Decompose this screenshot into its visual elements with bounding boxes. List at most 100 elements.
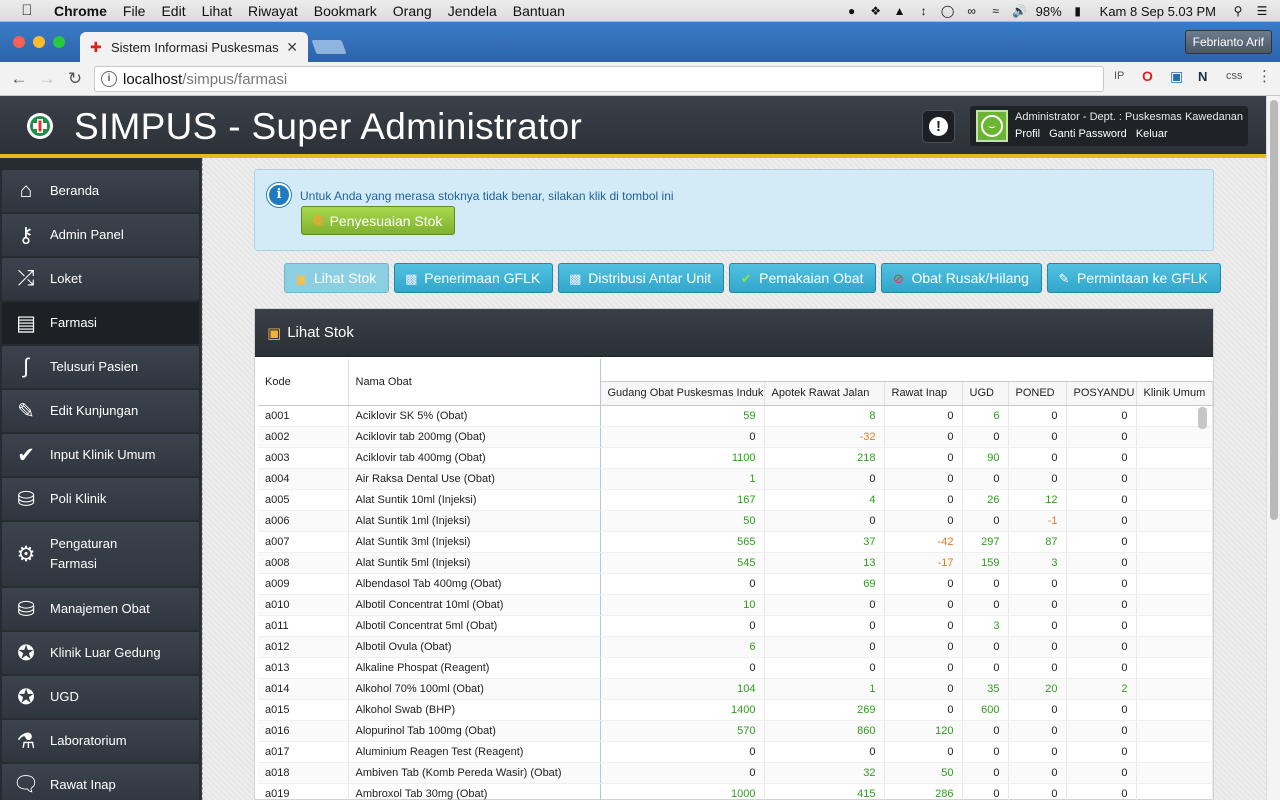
stock-adjustment-button[interactable]: ❁ Penyesuaian Stok [301,206,456,235]
table-row[interactable]: a012 Albotil Ovula (Obat) 6 0 0 0 0 0 [258,636,1213,658]
close-window-button[interactable] [13,36,25,48]
table-row[interactable]: a009 Albendasol Tab 400mg (Obat) 0 69 0 0 0 0 [258,573,1213,595]
reload-icon[interactable]: ↻ [61,69,89,89]
table-row[interactable]: a010 Albotil Concentrat 10ml (Obat) 10 0 0 0 0… [258,594,1213,616]
table-row[interactable]: a001 Aciklovir SK 5% (Obat) 59 8 0 6 0 0 [258,405,1213,427]
view-stock-button[interactable]: ▣ Lihat Stok [284,263,390,293]
menu-help[interactable]: Bantuan [513,3,565,19]
menu-bookmark[interactable]: Bookmark [314,3,377,19]
dropbox-icon[interactable]: ❖ [868,4,884,18]
battery-status-icon[interactable]: ◯ [940,4,956,18]
column-header-nama[interactable]: Nama Obat [348,359,601,406]
drive-icon[interactable]: ▲ [892,4,908,18]
page-scrollbar-thumb[interactable] [1270,100,1278,520]
table-row[interactable]: a019 Ambroxol Tab 30mg (Obat) 1000 415 286 0 0… [258,783,1213,800]
sidebar-item-ugd[interactable]: ✪ UGD [2,676,199,718]
browser-menu-icon[interactable]: ⋮ [1257,67,1272,85]
site-info-icon[interactable]: i [101,71,117,87]
ip-extension-icon[interactable]: IP [1114,70,1124,82]
sidebar-item-rawat-inap[interactable]: 🗨 Rawat Inap [2,764,199,800]
unit-distribution-button[interactable]: ▩ Distribusi Antar Unit [558,263,725,293]
menu-people[interactable]: Orang [393,3,432,19]
close-tab-icon[interactable]: ✕ [286,39,298,56]
sidebar-item-telusuri-pasien[interactable]: ∫ Telusuri Pasien [2,346,199,388]
table-row[interactable]: a002 Aciklovir tab 200mg (Obat) 0 -32 0 0 0 0 [258,426,1213,448]
notification-button[interactable]: ! [922,110,955,143]
back-icon[interactable]: ← [5,69,33,89]
menu-view[interactable]: Lihat [202,3,232,19]
sidebar-item-edit-kunjungan[interactable]: ✎ Edit Kunjungan [2,390,199,432]
window-extension-icon[interactable]: ▣ [1170,68,1183,85]
table-row[interactable]: a015 Alkohol Swab (BHP) 1400 269 0 600 0 0 [258,699,1213,721]
volume-icon[interactable]: 🔊 [1012,4,1028,18]
opera-extension-icon[interactable]: O [1142,68,1153,84]
column-header-gudang[interactable]: Gudang Obat Puskesmas Induk [600,381,765,406]
table-row[interactable]: a014 Alkohol 70% 100ml (Obat) 104 1 0 35 20 2 [258,678,1213,700]
creative-cloud-icon[interactable]: ∞ [964,4,980,18]
gflk-receipt-button[interactable]: ▩ Penerimaan GFLK [394,263,554,293]
table-row[interactable]: a017 Aluminium Reagen Test (Reagent) 0 0 0 0 0… [258,741,1213,763]
sidebar-item-manajemen-obat[interactable]: ⛁ Manajemen Obat [2,588,199,630]
menu-history[interactable]: Riwayat [248,3,298,19]
column-header-kode[interactable]: Kode [258,359,349,406]
sidebar-item-klinik-luar-gedung[interactable]: ✪ Klinik Luar Gedung [2,632,199,674]
sidebar-item-input-klinik-umum[interactable]: ✔ Input Klinik Umum [2,434,199,476]
column-header-apotek[interactable]: Apotek Rawat Jalan [764,381,885,406]
new-tab-button[interactable] [311,40,347,54]
cell-stock: 0 [1008,636,1067,658]
sidebar-item-farmasi[interactable]: ▤ Farmasi [2,302,199,344]
status-menu-icon[interactable]: ● [844,4,860,18]
sidebar-item-laboratorium[interactable]: ⚗ Laboratorium [2,720,199,762]
sidebar-item-beranda[interactable]: ⌂ Beranda [2,170,199,212]
menu-file[interactable]: File [123,3,146,19]
table-row[interactable]: a011 Albotil Concentrat 5ml (Obat) 0 0 0 3 0 0 [258,615,1213,637]
table-row[interactable]: a007 Alat Suntik 3ml (Injeksi) 565 37 -42 297… [258,531,1213,553]
css-extension-icon[interactable]: css [1226,70,1243,82]
column-header-posyandu[interactable]: POSYANDU [1066,381,1137,406]
change-password-link[interactable]: Ganti Password [1049,128,1127,140]
browser-tab[interactable]: ✚ Sistem Informasi Puskesmas ✕ [80,32,308,62]
n-extension-icon[interactable]: N [1198,69,1207,84]
url-host: localhost [123,70,183,88]
updown-icon[interactable]: ↕ [916,4,932,18]
column-header-poned[interactable]: PONED [1008,381,1067,406]
table-scrollbar-thumb[interactable] [1198,407,1207,429]
cell-stock-klinik-umum [1136,699,1213,721]
table-row[interactable]: a016 Alopurinol Tab 100mg (Obat) 570 860 120… [258,720,1213,742]
sidebar-item-pengaturan-farmasi[interactable]: ⚙ Pengaturan Farmasi [2,522,199,586]
table-row[interactable]: a006 Alat Suntik 1ml (Injeksi) 50 0 0 0 -1 0 [258,510,1213,532]
table-row[interactable]: a003 Aciklovir tab 400mg (Obat) 1100 218 0 90… [258,447,1213,469]
sidebar-item-poli-klinik[interactable]: ⛁ Poli Klinik [2,478,199,520]
menu-edit[interactable]: Edit [161,3,185,19]
notification-center-icon[interactable]: ☰ [1254,4,1270,18]
forward-icon[interactable]: → [33,69,61,89]
table-row[interactable]: a018 Ambiven Tab (Komb Pereda Wasir) (Oba… [258,762,1213,784]
column-header-ugd[interactable]: UGD [962,381,1009,406]
battery-icon[interactable]: ▮ [1070,4,1086,18]
apple-icon[interactable]:  [10,2,44,19]
damaged-lost-button[interactable]: ⊘ Obat Rusak/Hilang [881,263,1042,293]
spotlight-icon[interactable]: ⚲ [1230,4,1246,18]
drug-usage-button[interactable]: ✔ Pemakaian Obat [729,263,877,293]
column-header-rawat-inap[interactable]: Rawat Inap [884,381,963,406]
table-row[interactable]: a005 Alat Suntik 10ml (Injeksi) 167 4 0 26 12 0 [258,489,1213,511]
logout-link[interactable]: Keluar [1136,128,1168,140]
menu-window[interactable]: Jendela [448,3,497,19]
page-scrollbar[interactable] [1266,96,1280,800]
table-row[interactable]: a004 Air Raksa Dental Use (Obat) 1 0 0 0 0 0 [258,468,1213,490]
sidebar-item-loket[interactable]: ⤮ Loket [2,258,199,300]
profile-button[interactable]: Febrianto Arif [1184,30,1272,54]
sidebar-item-admin-panel[interactable]: ⚷ Admin Panel [2,214,199,256]
gflk-request-button[interactable]: ✎ Permintaan ke GFLK [1046,263,1221,293]
inbox-icon: ▩ [405,270,418,286]
clock[interactable]: Kam 8 Sep 5.03 PM [1100,4,1216,19]
menu-app[interactable]: Chrome [54,3,107,19]
profile-link[interactable]: Profil [1015,128,1040,140]
table-row[interactable]: a013 Alkaline Phospat (Reagent) 0 0 0 0 0 0 [258,657,1213,679]
wifi-icon[interactable]: ≈ [988,4,1004,18]
column-header-klinik-umum[interactable]: Klinik Umum [1136,381,1213,406]
maximize-window-button[interactable] [53,36,65,48]
address-bar[interactable]: i localhost/simpus/farmasi [94,66,1104,92]
minimize-window-button[interactable] [33,36,45,48]
table-row[interactable]: a008 Alat Suntik 5ml (Injeksi) 545 13 -17 159… [258,552,1213,574]
